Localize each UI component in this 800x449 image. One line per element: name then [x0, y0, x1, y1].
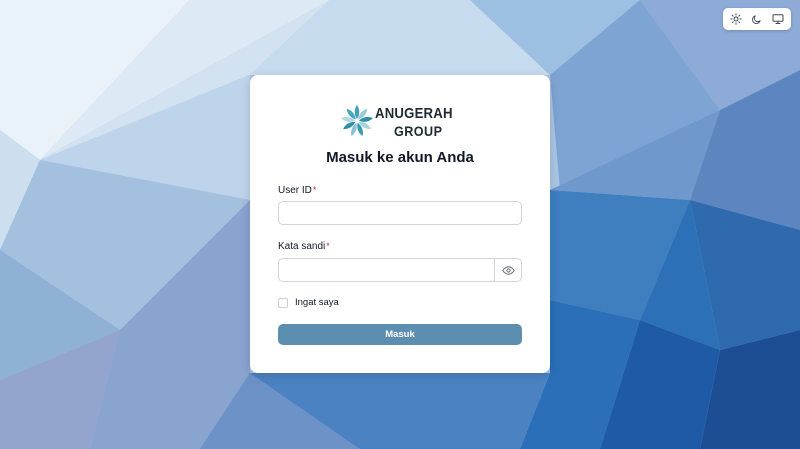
- submit-button[interactable]: Masuk: [278, 324, 522, 345]
- userid-label-text: User ID: [278, 185, 312, 196]
- remember-me-checkbox[interactable]: [278, 297, 288, 308]
- toggle-password-visibility-button[interactable]: [494, 259, 521, 281]
- required-marker: *: [326, 241, 330, 251]
- password-label: Kata sandi*: [278, 241, 330, 252]
- light-theme-button[interactable]: [727, 10, 745, 28]
- password-label-text: Kata sandi: [278, 241, 326, 252]
- eye-icon: [501, 265, 515, 275]
- page-title: Masuk ke akun Anda: [326, 149, 474, 166]
- sun-icon: [730, 13, 743, 25]
- system-theme-button[interactable]: [769, 10, 787, 28]
- userid-label: User ID*: [278, 185, 316, 196]
- starburst-logo-icon: [341, 105, 373, 137]
- moon-icon: [752, 14, 762, 24]
- password-input[interactable]: [279, 259, 495, 281]
- password-field: [278, 258, 522, 282]
- theme-switcher: [723, 8, 791, 30]
- company-logo: ANUGERAH GROUP: [339, 103, 453, 141]
- userid-input[interactable]: [278, 201, 522, 225]
- login-card: ANUGERAH GROUP Masuk ke akun Anda User I…: [250, 75, 550, 373]
- monitor-icon: [772, 14, 784, 24]
- required-marker: *: [312, 185, 317, 195]
- logo-text-line1: ANUGERAH: [375, 105, 453, 122]
- logo-text-line2: GROUP: [394, 123, 443, 139]
- dark-theme-button[interactable]: [748, 10, 766, 28]
- remember-me: Ingat saya: [278, 297, 339, 308]
- remember-me-label[interactable]: Ingat saya: [295, 297, 339, 308]
